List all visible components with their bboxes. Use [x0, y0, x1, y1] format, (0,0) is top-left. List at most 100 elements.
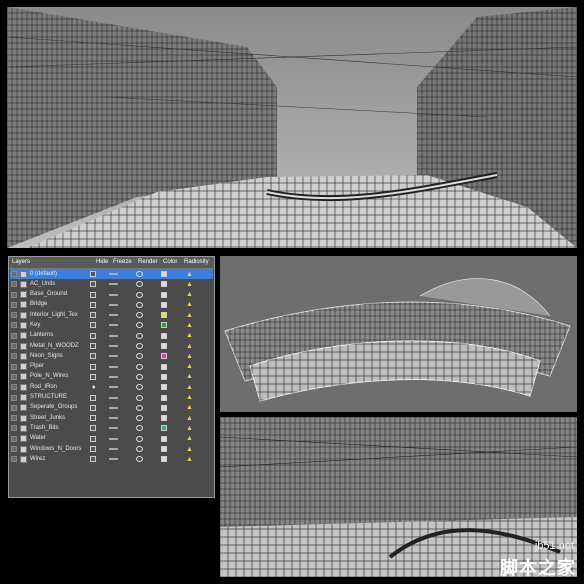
hide-checkbox[interactable]: [90, 363, 96, 370]
header-radiosity[interactable]: Radiosity: [184, 259, 209, 265]
layer-visibility-icon[interactable]: [11, 425, 17, 432]
render-teapot-icon[interactable]: [136, 312, 143, 319]
radiosity-icon[interactable]: ▲: [186, 353, 193, 360]
freeze-toggle[interactable]: [109, 458, 118, 461]
hide-checkbox[interactable]: [90, 435, 96, 442]
radiosity-icon[interactable]: ▲: [186, 301, 193, 308]
layer-color-swatch[interactable]: [161, 415, 167, 422]
layer-row[interactable]: Street_Junks ▲: [10, 413, 213, 423]
radiosity-icon[interactable]: ▲: [186, 343, 193, 350]
hide-checkbox[interactable]: [90, 373, 96, 380]
hide-checkbox[interactable]: [90, 425, 96, 432]
freeze-toggle[interactable]: [109, 283, 118, 286]
radiosity-icon[interactable]: ▲: [186, 415, 193, 422]
freeze-toggle[interactable]: [109, 417, 118, 420]
bulb-icon[interactable]: ♦: [92, 384, 96, 391]
hide-checkbox[interactable]: [90, 312, 96, 319]
radiosity-icon[interactable]: ▲: [186, 312, 193, 319]
layer-row[interactable]: Key ▲: [10, 320, 213, 330]
radiosity-icon[interactable]: ▲: [186, 291, 193, 298]
layer-color-swatch[interactable]: [161, 353, 167, 360]
hide-checkbox[interactable]: [90, 322, 96, 329]
freeze-toggle[interactable]: [109, 293, 118, 296]
render-teapot-icon[interactable]: [136, 353, 143, 360]
layer-visibility-icon[interactable]: [11, 415, 17, 422]
freeze-toggle[interactable]: [109, 345, 118, 348]
layer-visibility-icon[interactable]: [11, 456, 17, 463]
radiosity-icon[interactable]: ▲: [186, 446, 193, 453]
layer-row[interactable]: Seperate_Groups ▲: [10, 403, 213, 413]
hide-checkbox[interactable]: [90, 271, 96, 277]
hide-checkbox[interactable]: [90, 332, 96, 339]
freeze-toggle[interactable]: [109, 396, 118, 399]
layer-color-swatch[interactable]: [161, 332, 167, 339]
layer-row[interactable]: Piper ▲: [10, 362, 213, 372]
layer-color-swatch[interactable]: [161, 301, 167, 308]
radiosity-icon[interactable]: ▲: [186, 384, 193, 391]
hide-checkbox[interactable]: [90, 456, 96, 463]
layer-visibility-icon[interactable]: [11, 301, 17, 308]
radiosity-icon[interactable]: ▲: [186, 322, 193, 329]
radiosity-icon[interactable]: ▲: [186, 281, 193, 288]
render-teapot-icon[interactable]: [136, 415, 143, 422]
layer-visibility-icon[interactable]: [11, 394, 17, 401]
layer-color-swatch[interactable]: [161, 404, 167, 411]
layer-visibility-icon[interactable]: [11, 404, 17, 411]
render-teapot-icon[interactable]: [136, 404, 143, 411]
layer-visibility-icon[interactable]: [11, 291, 17, 298]
layer-visibility-icon[interactable]: [11, 271, 17, 277]
render-teapot-icon[interactable]: [136, 301, 143, 308]
layer-row[interactable]: STRUCTURE ▲: [10, 393, 213, 403]
layer-color-swatch[interactable]: [161, 456, 167, 463]
radiosity-icon[interactable]: ▲: [186, 404, 193, 411]
hide-checkbox[interactable]: [90, 446, 96, 453]
layer-visibility-icon[interactable]: [11, 363, 17, 370]
layer-color-swatch[interactable]: [161, 281, 167, 288]
layer-color-swatch[interactable]: [161, 394, 167, 401]
freeze-toggle[interactable]: [109, 324, 118, 327]
radiosity-icon[interactable]: ▲: [186, 373, 193, 380]
layer-row[interactable]: Water ▲: [10, 434, 213, 444]
layer-color-swatch[interactable]: [161, 343, 167, 350]
freeze-toggle[interactable]: [109, 375, 118, 378]
hide-checkbox[interactable]: [90, 404, 96, 411]
layer-row[interactable]: Windows_N_Doors ▲: [10, 444, 213, 454]
layer-visibility-icon[interactable]: [11, 343, 17, 350]
layer-visibility-icon[interactable]: [11, 332, 17, 339]
radiosity-icon[interactable]: ▲: [186, 394, 193, 401]
layer-visibility-icon[interactable]: [11, 353, 17, 360]
freeze-toggle[interactable]: [109, 314, 118, 317]
hide-checkbox[interactable]: [90, 415, 96, 422]
render-teapot-icon[interactable]: [136, 425, 143, 432]
render-teapot-icon[interactable]: [136, 271, 143, 277]
freeze-toggle[interactable]: [109, 303, 118, 306]
header-color[interactable]: Color: [163, 259, 177, 265]
render-teapot-icon[interactable]: [136, 343, 143, 350]
layer-visibility-icon[interactable]: [11, 384, 17, 391]
render-teapot-icon[interactable]: [136, 322, 143, 329]
header-freeze[interactable]: Freeze: [113, 259, 132, 265]
layer-color-swatch[interactable]: [161, 271, 167, 277]
header-layers[interactable]: Layers: [12, 259, 30, 265]
header-render[interactable]: Render: [138, 259, 158, 265]
layer-row[interactable]: Metal_N_WOODZ ▲: [10, 341, 213, 351]
hide-checkbox[interactable]: [90, 394, 96, 401]
layer-row[interactable]: Neon_Signs ▲: [10, 351, 213, 361]
layer-row[interactable]: Pole_N_Wires ▲: [10, 372, 213, 382]
freeze-toggle[interactable]: [109, 437, 118, 440]
freeze-toggle[interactable]: [109, 273, 118, 275]
layer-color-swatch[interactable]: [161, 312, 167, 319]
render-teapot-icon[interactable]: [136, 373, 143, 380]
layer-color-swatch[interactable]: [161, 384, 167, 391]
layer-visibility-icon[interactable]: [11, 373, 17, 380]
layer-color-swatch[interactable]: [161, 363, 167, 370]
freeze-toggle[interactable]: [109, 334, 118, 337]
render-teapot-icon[interactable]: [136, 394, 143, 401]
hide-checkbox[interactable]: [90, 343, 96, 350]
layer-row[interactable]: Base_Ground ▲: [10, 290, 213, 300]
freeze-toggle[interactable]: [109, 406, 118, 409]
hide-checkbox[interactable]: [90, 301, 96, 308]
render-teapot-icon[interactable]: [136, 363, 143, 370]
radiosity-icon[interactable]: ▲: [186, 435, 193, 442]
layer-row[interactable]: 0 (default) ▲: [10, 269, 213, 280]
